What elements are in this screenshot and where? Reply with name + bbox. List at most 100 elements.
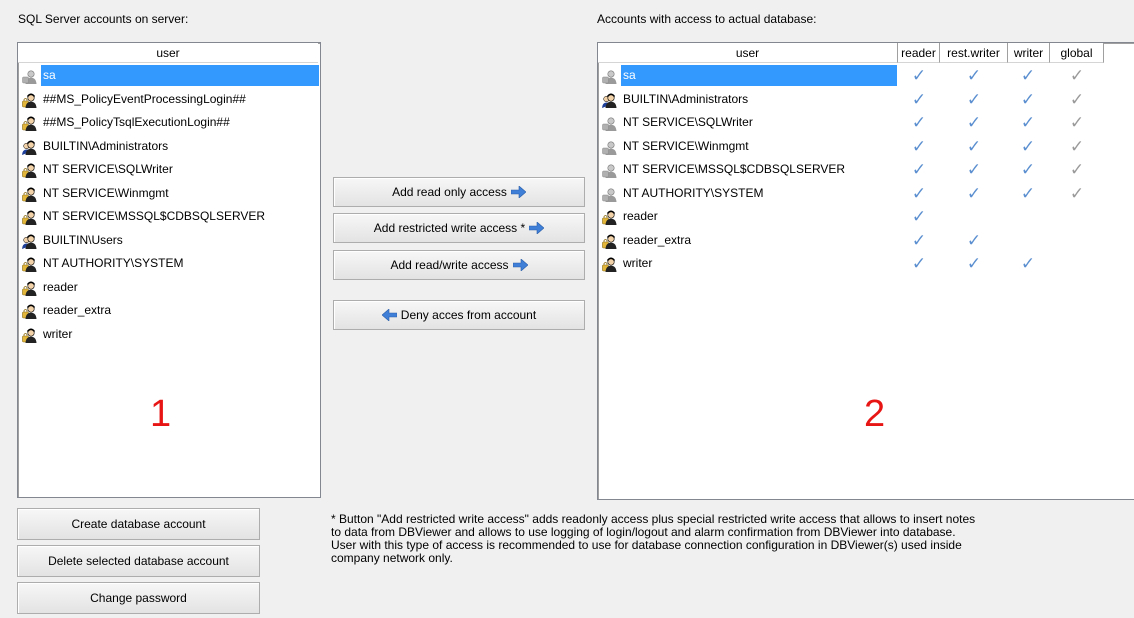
user-gray-icon: [602, 115, 618, 131]
user-key-icon: [602, 256, 618, 272]
column-header-global[interactable]: global: [1050, 43, 1104, 63]
user-key-icon: [22, 280, 38, 296]
server-accounts-list[interactable]: user sa ##MS_PolicyEventProcessingLogin##…: [17, 42, 321, 498]
server-account-row[interactable]: ##MS_PolicyTsqlExecutionLogin##: [18, 111, 320, 135]
server-account-row[interactable]: reader_extra: [18, 299, 320, 323]
database-account-name: BUILTIN\Administrators: [623, 91, 749, 106]
server-account-name: sa: [41, 65, 319, 86]
database-account-row[interactable]: reader_extra ✓ ✓: [598, 229, 1134, 253]
database-accounts-list[interactable]: user reader rest.writer writer global sa…: [597, 42, 1134, 500]
delete-account-label: Delete selected database account: [48, 554, 229, 568]
add-restricted-write-access-button[interactable]: Add restricted write access *: [333, 213, 585, 243]
server-account-row[interactable]: BUILTIN\Administrators: [18, 135, 320, 159]
database-account-name: NT SERVICE\SQLWriter: [623, 115, 753, 129]
server-account-name: NT SERVICE\Winmgmt: [43, 185, 169, 200]
user-group-icon: [22, 139, 38, 155]
user-lock-icon: [22, 162, 38, 178]
change-password-button[interactable]: Change password: [17, 582, 260, 614]
database-account-row[interactable]: NT SERVICE\Winmgmt ✓ ✓ ✓ ✓: [598, 135, 1134, 159]
server-account-row[interactable]: NT AUTHORITY\SYSTEM: [18, 252, 320, 276]
global-check-icon: ✓: [1069, 89, 1085, 109]
database-account-name: reader: [623, 209, 658, 223]
database-account-name: NT SERVICE\Winmgmt: [623, 138, 749, 153]
database-account-row[interactable]: reader ✓: [598, 205, 1134, 229]
writer-check-icon: ✓: [1020, 254, 1036, 273]
server-account-row[interactable]: NT SERVICE\SQLWriter: [18, 158, 320, 182]
database-account-row[interactable]: NT AUTHORITY\SYSTEM ✓ ✓ ✓ ✓: [598, 182, 1134, 206]
database-account-name: writer: [623, 256, 653, 270]
server-account-name: reader: [43, 279, 78, 294]
writer-check-icon: ✓: [1020, 113, 1036, 132]
database-account-row[interactable]: BUILTIN\Administrators ✓ ✓ ✓ ✓: [598, 88, 1134, 112]
rest-writer-check-icon: ✓: [966, 89, 982, 109]
rest-writer-check-icon: ✓: [966, 136, 982, 156]
database-account-name: NT AUTHORITY\SYSTEM: [623, 185, 764, 200]
database-account-row[interactable]: writer ✓ ✓ ✓: [598, 252, 1134, 276]
server-account-row[interactable]: ##MS_PolicyEventProcessingLogin##: [18, 88, 320, 112]
right-panel-title: Accounts with access to actual database:: [597, 12, 817, 26]
database-account-row[interactable]: NT SERVICE\MSSQL$CDBSQLSERVER ✓ ✓ ✓ ✓: [598, 158, 1134, 182]
left-panel-title: SQL Server accounts on server:: [18, 12, 189, 26]
writer-check-icon: ✓: [1020, 160, 1036, 179]
add-read-write-label: Add read/write access: [390, 258, 509, 272]
column-header-rest-writer[interactable]: rest.writer: [940, 43, 1008, 63]
add-read-write-access-button[interactable]: Add read/write access: [333, 250, 585, 280]
user-gray-icon: [602, 186, 618, 202]
database-account-row[interactable]: NT SERVICE\SQLWriter ✓ ✓ ✓ ✓: [598, 111, 1134, 135]
user-lock-icon: [22, 115, 38, 131]
user-key-icon: [22, 303, 38, 319]
user-gray-icon: [602, 162, 618, 178]
arrow-right-icon: [510, 186, 526, 198]
column-header-reader[interactable]: reader: [898, 43, 940, 63]
column-header-writer[interactable]: writer: [1008, 43, 1050, 63]
server-account-name: NT SERVICE\MSSQL$CDBSQLSERVER: [43, 209, 266, 223]
rest-writer-check-icon: ✓: [966, 160, 982, 179]
create-database-account-button[interactable]: Create database account: [17, 508, 260, 540]
column-header-user[interactable]: user: [598, 43, 898, 63]
restricted-write-note: * Button "Add restricted write access" a…: [331, 513, 1121, 565]
server-accounts-rows: sa ##MS_PolicyEventProcessingLogin## ##MS_…: [18, 64, 320, 346]
user-lock-icon: [22, 92, 38, 108]
user-key-icon: [602, 233, 618, 249]
reader-check-icon: ✓: [911, 160, 927, 179]
note-line: company network only.: [331, 551, 453, 565]
global-check-icon: ✓: [1069, 160, 1085, 179]
server-account-row[interactable]: NT SERVICE\Winmgmt: [18, 182, 320, 206]
deny-access-button[interactable]: Deny acces from account: [333, 300, 585, 330]
change-password-label: Change password: [90, 591, 187, 605]
server-account-row[interactable]: NT SERVICE\MSSQL$CDBSQLSERVER: [18, 205, 320, 229]
global-check-icon: ✓: [1069, 136, 1085, 156]
annotation-number-1: 1: [150, 393, 172, 435]
column-header-user[interactable]: user: [18, 43, 318, 63]
server-account-name: ##MS_PolicyEventProcessingLogin##: [43, 91, 246, 106]
writer-check-icon: ✓: [1020, 136, 1036, 156]
delete-database-account-button[interactable]: Delete selected database account: [17, 545, 260, 577]
reader-check-icon: ✓: [911, 113, 927, 132]
server-account-row[interactable]: reader: [18, 276, 320, 300]
user-lock-icon: [22, 186, 38, 202]
reader-check-icon: ✓: [911, 230, 927, 250]
user-group-icon: [602, 92, 618, 108]
deny-access-label: Deny acces from account: [400, 308, 537, 322]
reader-check-icon: ✓: [911, 254, 927, 273]
user-key-icon: [602, 209, 618, 225]
server-account-name: BUILTIN\Administrators: [43, 138, 169, 153]
database-account-name: sa: [621, 65, 897, 86]
writer-check-icon: ✓: [1020, 183, 1036, 203]
server-account-name: writer: [43, 326, 73, 341]
add-restricted-write-label: Add restricted write access *: [373, 221, 526, 235]
arrow-right-icon: [512, 259, 528, 271]
rest-writer-check-icon: ✓: [966, 230, 982, 250]
writer-check-icon: ✓: [1020, 89, 1036, 109]
reader-check-icon: ✓: [911, 136, 927, 156]
server-account-name: ##MS_PolicyTsqlExecutionLogin##: [43, 115, 230, 129]
database-account-name: NT SERVICE\MSSQL$CDBSQLSERVER: [623, 162, 846, 176]
user-group-icon: [22, 233, 38, 249]
add-read-only-access-button[interactable]: Add read only access: [333, 177, 585, 207]
arrow-right-icon: [529, 222, 545, 234]
database-account-row[interactable]: sa ✓ ✓ ✓ ✓: [598, 64, 1134, 88]
reader-check-icon: ✓: [911, 183, 927, 203]
server-account-row[interactable]: writer: [18, 323, 320, 347]
server-account-row[interactable]: BUILTIN\Users: [18, 229, 320, 253]
server-account-row[interactable]: sa: [18, 64, 320, 88]
